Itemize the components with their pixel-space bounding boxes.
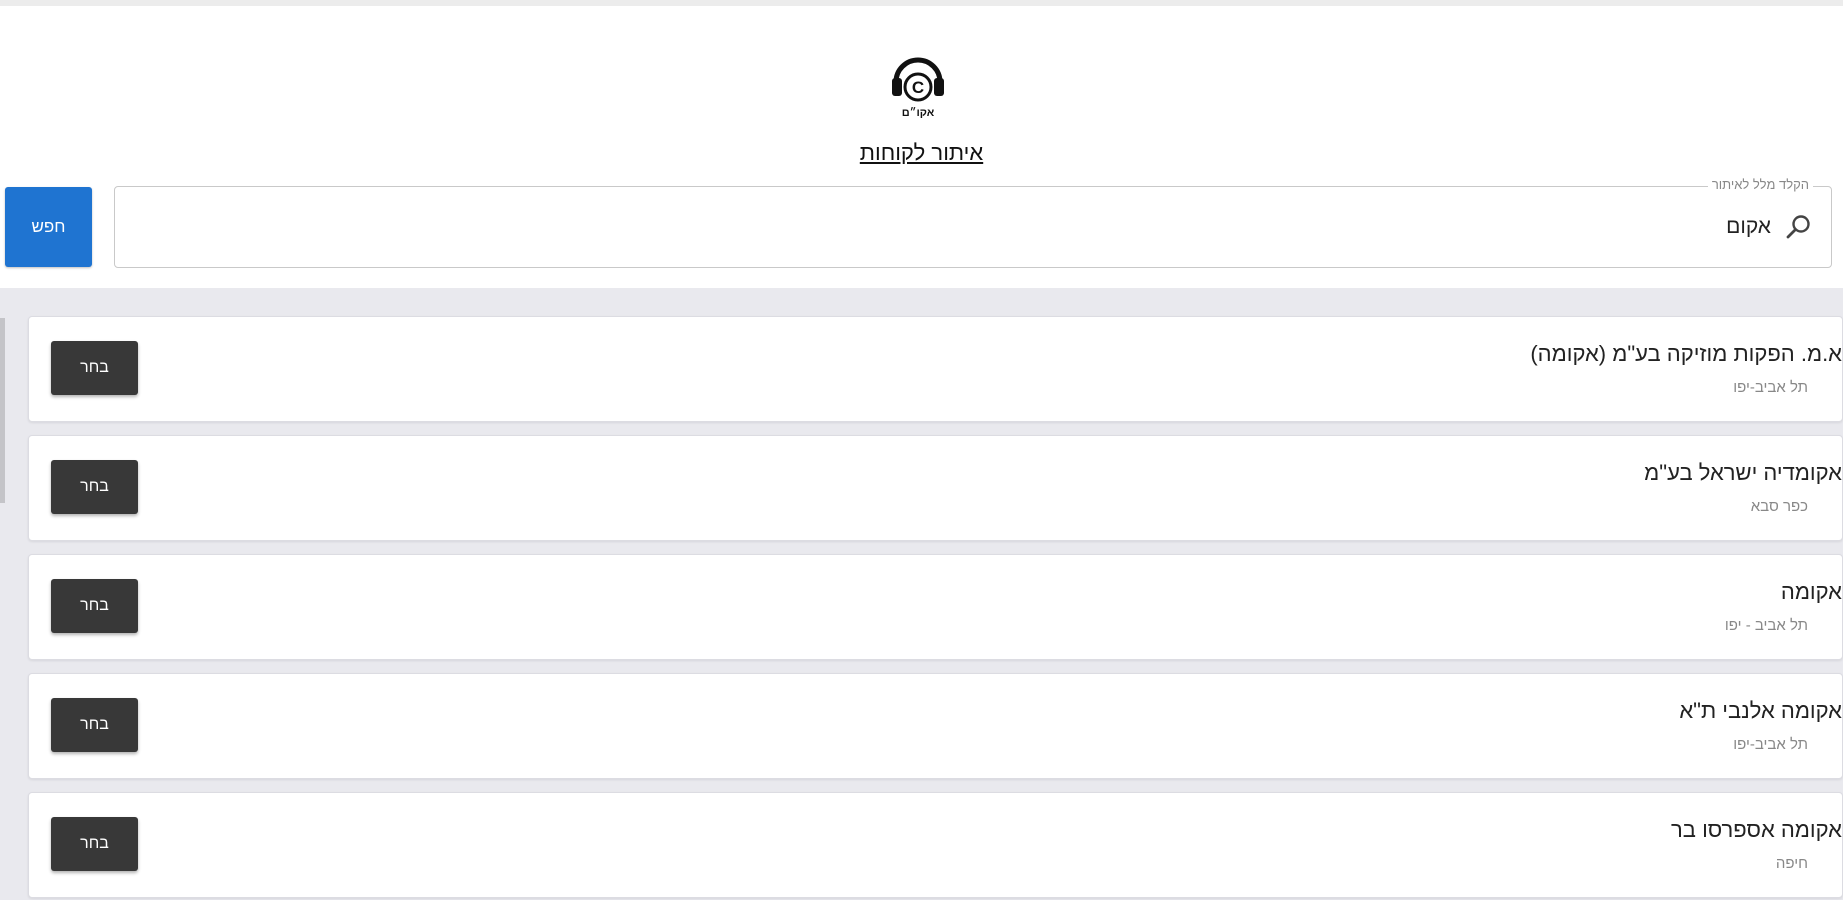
results-list: א.מ. הפקות מוזיקה בע"מ (אקומה) תל אביב-י…: [0, 288, 1843, 900]
page-title[interactable]: איתור לקוחות: [0, 140, 1843, 166]
result-name: אקומה: [1780, 579, 1842, 604]
select-button[interactable]: בחר: [51, 698, 138, 752]
result-city: כפר סבא: [1750, 498, 1808, 515]
result-name: אקומה אלנבי ת"א: [1679, 698, 1842, 723]
result-city: תל אביב - יפו: [1724, 617, 1808, 634]
result-city: תל אביב-יפו: [1733, 379, 1808, 396]
header: C אקו״ם איתור לקוחות: [0, 6, 1843, 178]
result-name: א.מ. הפקות מוזיקה בע"מ (אקומה): [1530, 341, 1842, 366]
result-card: אקומה אספרסו בר חיפה בחר: [28, 792, 1843, 898]
result-city: חיפה: [1775, 855, 1808, 872]
result-card: אקומה תל אביב - יפו בחר: [28, 554, 1843, 660]
select-button[interactable]: בחר: [51, 817, 138, 871]
search-icon: [1785, 213, 1813, 241]
select-button[interactable]: בחר: [51, 460, 138, 514]
svg-text:C: C: [912, 78, 924, 97]
select-button[interactable]: בחר: [51, 341, 138, 395]
search-label: הקלד מלל לאיתור: [1707, 177, 1813, 192]
result-card: אקומדיה ישראל בע"מ כפר סבא בחר: [28, 435, 1843, 541]
headset-copyright-logo-icon: C אקו״ם: [888, 50, 948, 119]
svg-text:אקו״ם: אקו״ם: [902, 106, 935, 118]
select-button[interactable]: בחר: [51, 579, 138, 633]
search-bar: חפש הקלד מלל לאיתור: [0, 177, 1843, 270]
result-card: אקומה אלנבי ת"א תל אביב-יפו בחר: [28, 673, 1843, 779]
result-city: תל אביב-יפו: [1733, 736, 1808, 753]
search-field[interactable]: הקלד מלל לאיתור: [114, 177, 1832, 268]
scrollbar[interactable]: [0, 318, 5, 503]
result-name: אקומדיה ישראל בע"מ: [1644, 460, 1842, 485]
result-name: אקומה אספרסו בר: [1671, 817, 1842, 842]
search-input[interactable]: [271, 209, 1771, 245]
search-button[interactable]: חפש: [5, 187, 92, 267]
result-card: א.מ. הפקות מוזיקה בע"מ (אקומה) תל אביב-י…: [28, 316, 1843, 422]
